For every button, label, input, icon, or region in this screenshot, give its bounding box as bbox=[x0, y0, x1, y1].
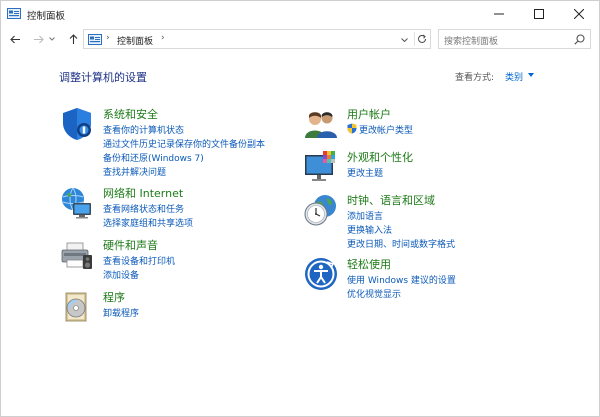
category-clock-region: 时钟、语言和区域 添加语言 更换输入法 更改日期、时间或数字格式 bbox=[303, 192, 563, 252]
category-title[interactable]: 硬件和声音 bbox=[103, 237, 158, 253]
link-add-device[interactable]: 添加设备 bbox=[103, 268, 139, 281]
arrow-up-icon bbox=[69, 33, 77, 44]
caret-down-icon[interactable] bbox=[528, 73, 534, 77]
category-ease-of-access: 轻松使用 使用 Windows 建议的设置 优化视觉显示 bbox=[303, 256, 563, 301]
link-homegroup-sharing[interactable]: 选择家庭组和共享选项 bbox=[103, 216, 193, 229]
title-bar: 控制面板 bbox=[1, 1, 599, 27]
user-accounts-icon[interactable] bbox=[303, 106, 339, 142]
category-title[interactable]: 程序 bbox=[103, 289, 125, 305]
address-bar[interactable]: › 控制面板 › bbox=[83, 29, 431, 49]
refresh-icon bbox=[417, 34, 426, 43]
recent-locations-button[interactable] bbox=[47, 31, 57, 47]
control-panel-app-icon bbox=[7, 8, 21, 19]
minimize-icon bbox=[494, 13, 504, 15]
network-icon[interactable] bbox=[59, 185, 95, 221]
refresh-button[interactable] bbox=[414, 32, 428, 46]
category-title[interactable]: 轻松使用 bbox=[347, 256, 391, 272]
appearance-icon[interactable] bbox=[303, 149, 339, 185]
search-input[interactable]: 搜索控制面板 bbox=[438, 29, 591, 49]
up-button[interactable] bbox=[65, 31, 81, 47]
clock-region-icon[interactable] bbox=[303, 192, 339, 228]
category-title[interactable]: 网络和 Internet bbox=[103, 185, 183, 201]
close-button[interactable] bbox=[559, 1, 599, 27]
link-network-status[interactable]: 查看网络状态和任务 bbox=[103, 202, 184, 215]
link-view-computer-status[interactable]: 查看你的计算机状态 bbox=[103, 123, 184, 136]
category-hardware-sound: 硬件和声音 查看设备和打印机 添加设备 bbox=[59, 237, 289, 282]
category-programs: 程序 卸载程序 bbox=[59, 289, 289, 325]
link-optimize-visual-display[interactable]: 优化视觉显示 bbox=[347, 287, 401, 300]
arrow-left-icon bbox=[9, 35, 20, 43]
link-devices-printers[interactable]: 查看设备和打印机 bbox=[103, 254, 175, 267]
window-title: 控制面板 bbox=[27, 11, 66, 22]
link-change-theme[interactable]: 更改主题 bbox=[347, 166, 383, 179]
navigation-bar: › 控制面板 › 搜索控制面板 bbox=[1, 27, 599, 51]
link-change-input-method[interactable]: 更换输入法 bbox=[347, 223, 392, 236]
category-title[interactable]: 外观和个性化 bbox=[347, 149, 413, 165]
maximize-icon bbox=[534, 9, 544, 19]
close-icon bbox=[574, 9, 584, 19]
control-panel-icon bbox=[88, 34, 102, 45]
search-placeholder: 搜索控制面板 bbox=[444, 37, 499, 47]
breadcrumb-control-panel[interactable]: 控制面板 bbox=[117, 34, 153, 47]
link-troubleshoot[interactable]: 查找并解决问题 bbox=[103, 165, 166, 178]
control-panel-window: 控制面板 › 控制面板 › 搜索控制面板 调整计算机的设置 查看方式: 类别 系… bbox=[0, 0, 600, 417]
breadcrumb-chevron-icon[interactable]: › bbox=[161, 33, 165, 43]
category-title[interactable]: 系统和安全 bbox=[103, 106, 158, 122]
link-change-date-time-format[interactable]: 更改日期、时间或数字格式 bbox=[347, 237, 455, 250]
hardware-sound-icon[interactable] bbox=[59, 237, 95, 273]
link-file-history[interactable]: 通过文件历史记录保存你的文件备份副本 bbox=[103, 137, 265, 150]
chevron-down-icon bbox=[49, 37, 55, 41]
uac-shield-icon bbox=[347, 123, 357, 134]
link-recommended-settings[interactable]: 使用 Windows 建议的设置 bbox=[347, 273, 456, 286]
main-content: 调整计算机的设置 查看方式: 类别 系统和安全 查看你的计算机状态 通过文件历史… bbox=[1, 51, 599, 416]
category-appearance: 外观和个性化 更改主题 bbox=[303, 149, 563, 185]
page-title: 调整计算机的设置 bbox=[59, 71, 147, 84]
system-security-icon[interactable] bbox=[59, 106, 95, 142]
forward-button[interactable] bbox=[30, 31, 46, 47]
link-uninstall-program[interactable]: 卸载程序 bbox=[103, 306, 139, 319]
chevron-down-icon bbox=[400, 37, 408, 42]
category-user-accounts: 用户帐户 更改帐户类型 bbox=[303, 106, 563, 142]
category-system-security: 系统和安全 查看你的计算机状态 通过文件历史记录保存你的文件备份副本 备份和还原… bbox=[59, 106, 289, 178]
breadcrumb-chevron-icon[interactable]: › bbox=[106, 33, 110, 43]
ease-of-access-icon[interactable] bbox=[303, 256, 339, 292]
minimize-button[interactable] bbox=[479, 1, 519, 27]
link-change-account-type[interactable]: 更改帐户类型 bbox=[347, 123, 413, 136]
link-backup-restore[interactable]: 备份和还原(Windows 7) bbox=[103, 151, 204, 164]
search-icon[interactable] bbox=[574, 34, 585, 45]
address-history-dropdown[interactable] bbox=[398, 33, 410, 46]
category-title[interactable]: 时钟、语言和区域 bbox=[347, 192, 435, 208]
link-label: 更改帐户类型 bbox=[359, 126, 414, 136]
category-network-internet: 网络和 Internet 查看网络状态和任务 选择家庭组和共享选项 bbox=[59, 185, 289, 230]
maximize-button[interactable] bbox=[519, 1, 559, 27]
back-button[interactable] bbox=[7, 31, 23, 47]
view-by-label: 查看方式: bbox=[455, 73, 495, 83]
category-title[interactable]: 用户帐户 bbox=[347, 106, 391, 122]
view-by-dropdown[interactable]: 类别 bbox=[505, 70, 523, 83]
link-add-language[interactable]: 添加语言 bbox=[347, 209, 383, 222]
programs-icon[interactable] bbox=[59, 289, 95, 325]
arrow-right-icon bbox=[33, 35, 44, 43]
